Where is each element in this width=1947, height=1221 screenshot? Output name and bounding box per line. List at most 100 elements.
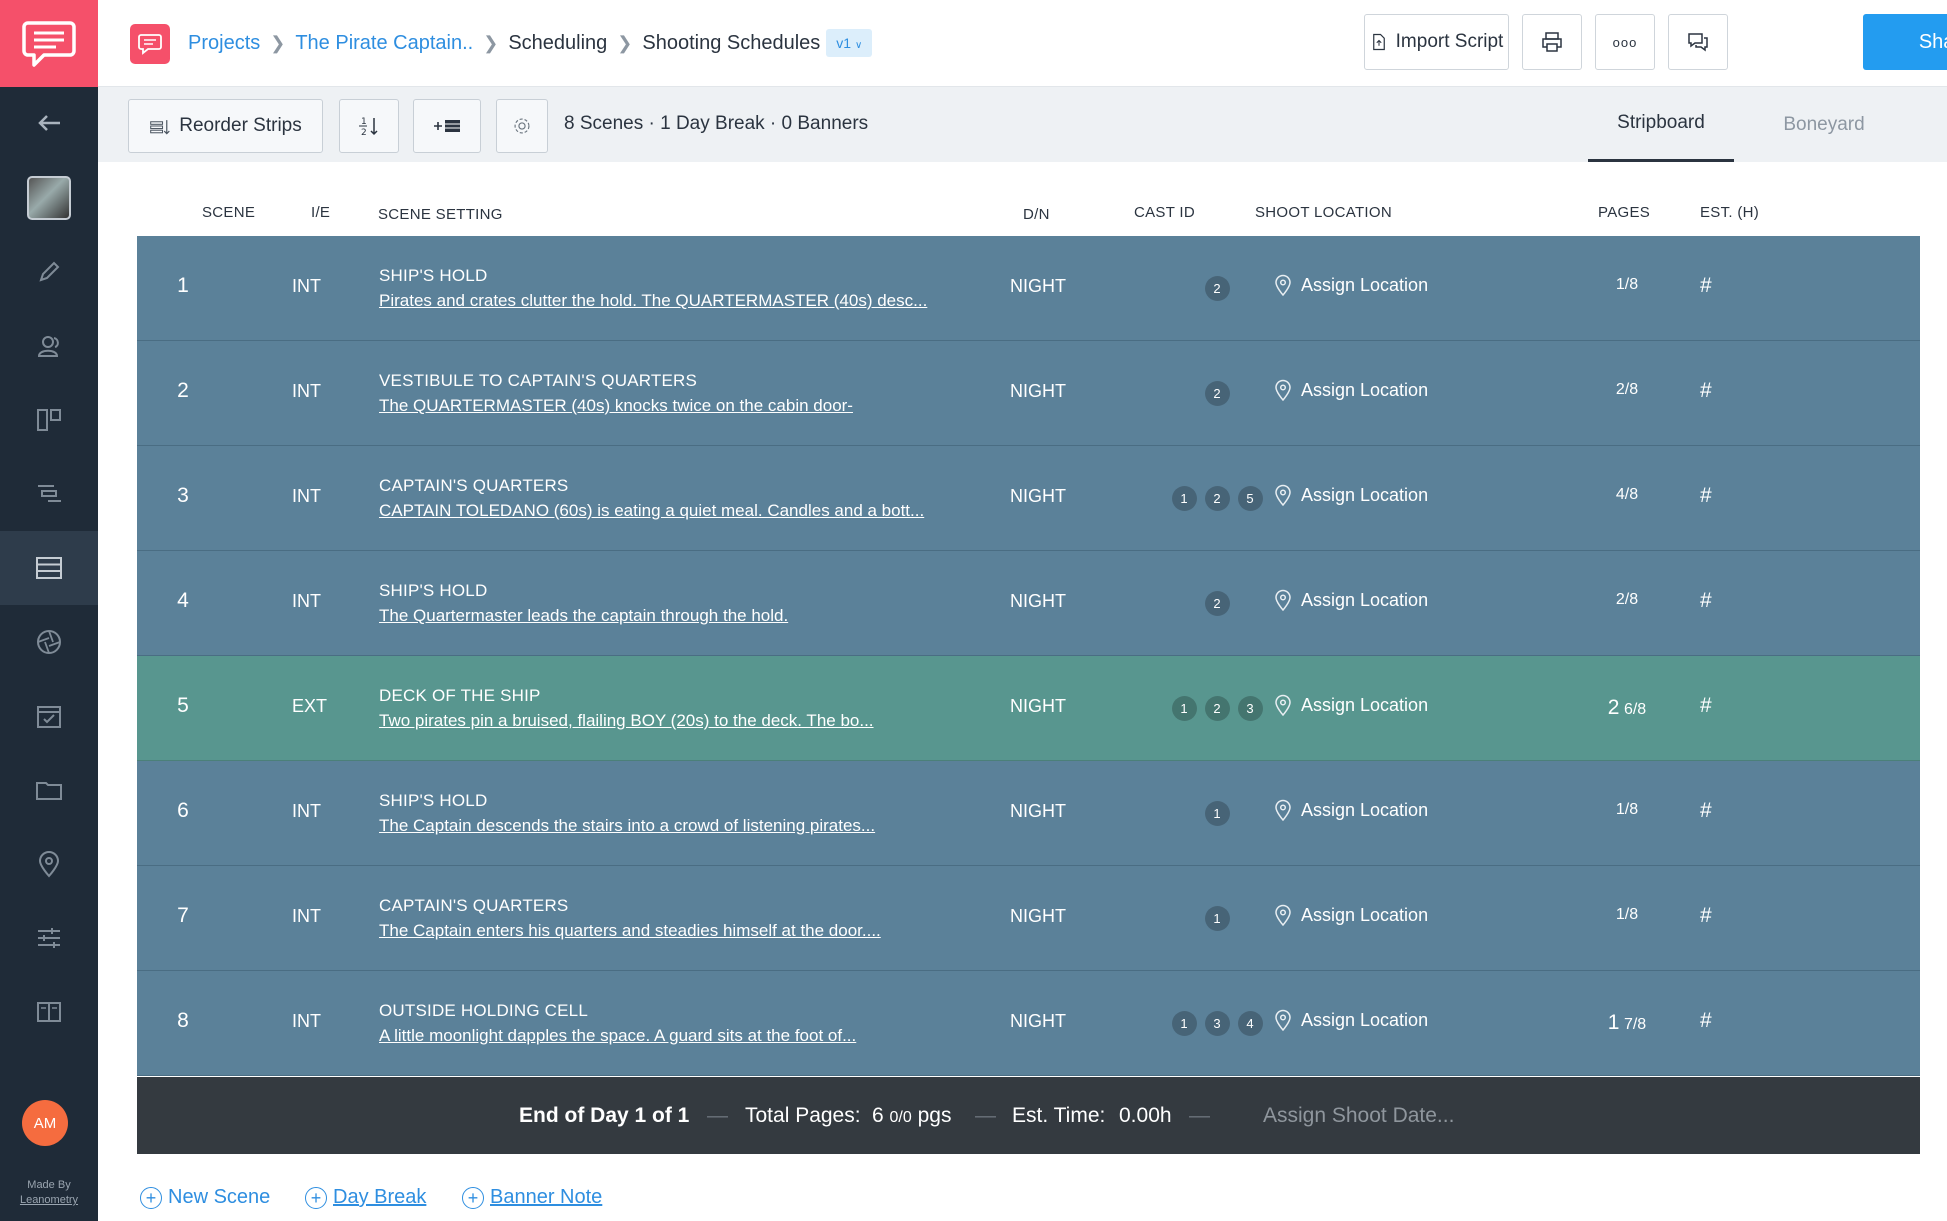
stripboard-icon[interactable]: [0, 531, 98, 605]
cast-id-badge[interactable]: 3: [1204, 1011, 1230, 1036]
scene-description-link[interactable]: CAPTAIN TOLEDANO (60s) is eating a quiet…: [379, 501, 924, 521]
assign-location-button[interactable]: Assign Location: [1273, 379, 1428, 401]
scene-strip[interactable]: 6 INT SHIP'S HOLD The Captain descends the …: [137, 761, 1920, 866]
column-header-dn[interactable]: D/N: [1023, 206, 1050, 223]
cast-id-badge[interactable]: 2: [1204, 276, 1230, 301]
scene-description-link[interactable]: A little moonlight dapples the space. A …: [379, 1026, 856, 1046]
printer-icon: [1542, 32, 1562, 52]
aperture-icon[interactable]: [0, 605, 98, 679]
assign-location-button[interactable]: Assign Location: [1273, 799, 1428, 821]
sort-button[interactable]: 12: [339, 99, 399, 153]
cast-id-badge[interactable]: 4: [1237, 1011, 1263, 1036]
comments-button[interactable]: [1668, 14, 1728, 70]
column-header-est[interactable]: EST. (H): [1700, 204, 1759, 221]
column-header-setting[interactable]: SCENE SETTING: [378, 206, 503, 223]
cast-id-badge[interactable]: 1: [1171, 696, 1197, 721]
day-night: NIGHT: [1010, 381, 1066, 401]
print-button[interactable]: [1522, 14, 1582, 70]
timeline-icon[interactable]: [0, 457, 98, 531]
app-logo[interactable]: [0, 0, 98, 87]
tab-boneyard[interactable]: Boneyard: [1734, 87, 1914, 162]
cast-id-badge[interactable]: 1: [1171, 1011, 1197, 1036]
cast-id-badge[interactable]: 2: [1204, 591, 1230, 616]
scene-strip[interactable]: 3 INT CAPTAIN'S QUARTERS CAPTAIN TOLEDANO (…: [137, 446, 1920, 551]
cast-id-badge[interactable]: 3: [1237, 696, 1263, 721]
version-dropdown[interactable]: v1 ∨: [826, 29, 873, 57]
scene-description-link[interactable]: Two pirates pin a bruised, flailing BOY …: [379, 711, 874, 731]
settings-button[interactable]: [496, 99, 548, 153]
assign-location-button[interactable]: Assign Location: [1273, 274, 1428, 296]
document-icon: [1372, 33, 1385, 51]
reorder-strips-button[interactable]: Reorder Strips: [128, 99, 323, 153]
estimated-hours-input[interactable]: #: [1700, 799, 1712, 823]
separator: —: [1189, 1104, 1210, 1127]
scene-heading: SHIP'S HOLD: [379, 791, 488, 810]
assign-location-button[interactable]: Assign Location: [1273, 694, 1428, 716]
cast-id-badge[interactable]: 1: [1171, 486, 1197, 511]
cast-id-badge[interactable]: 1: [1204, 906, 1230, 931]
scene-description-link[interactable]: The Captain descends the stairs into a c…: [379, 816, 875, 836]
column-header-cast[interactable]: CAST ID: [1134, 204, 1195, 221]
location-pin-icon: [1275, 799, 1291, 821]
scene-description-link[interactable]: The Captain enters his quarters and stea…: [379, 921, 881, 941]
cast-id-badge[interactable]: 5: [1237, 486, 1263, 511]
estimated-hours-input[interactable]: #: [1700, 274, 1712, 298]
avatar[interactable]: AM: [22, 1100, 68, 1146]
column-header-pages[interactable]: PAGES: [1598, 204, 1650, 221]
column-header-ie[interactable]: I/E: [311, 204, 330, 221]
scene-description-link[interactable]: The QUARTERMASTER (40s) knocks twice on …: [379, 396, 853, 416]
cast-id-badge[interactable]: 2: [1204, 696, 1230, 721]
book-icon[interactable]: [0, 975, 98, 1049]
import-script-button[interactable]: Import Script: [1364, 14, 1509, 70]
estimated-hours-input[interactable]: #: [1700, 484, 1712, 508]
breadcrumb-scheduling[interactable]: Scheduling: [508, 32, 607, 55]
estimated-hours-input[interactable]: #: [1700, 904, 1712, 928]
scene-description-link[interactable]: Pirates and crates clutter the hold. The…: [379, 291, 927, 311]
users-icon[interactable]: [0, 309, 98, 383]
estimated-hours-input[interactable]: #: [1700, 379, 1712, 403]
reorder-icon: [150, 120, 170, 135]
scene-strip[interactable]: 2 INT VESTIBULE TO CAPTAIN'S QUARTERS The Q…: [137, 341, 1920, 446]
day-break-strip[interactable]: End of Day 1 of 1 — Total Pages: 6 0/0 p…: [137, 1077, 1920, 1154]
back-arrow-icon[interactable]: [0, 86, 98, 160]
sliders-icon[interactable]: [0, 901, 98, 975]
cast-id-badge[interactable]: 2: [1204, 486, 1230, 511]
banner-note-button[interactable]: + Banner Note: [462, 1186, 602, 1209]
cast-id-badge[interactable]: 1: [1204, 801, 1230, 826]
new-scene-button[interactable]: + New Scene: [140, 1186, 270, 1209]
tab-stripboard[interactable]: Stripboard: [1588, 87, 1734, 162]
estimated-hours-input[interactable]: #: [1700, 589, 1712, 613]
scene-strip[interactable]: 5 EXT DECK OF THE SHIP Two pirates pin a br…: [137, 656, 1920, 761]
breadcrumb-projects[interactable]: Projects: [188, 32, 260, 55]
app-icon[interactable]: [130, 24, 170, 64]
assign-location-button[interactable]: Assign Location: [1273, 904, 1428, 926]
day-break-button[interactable]: + Day Break: [305, 1186, 426, 1209]
assign-shoot-date-link[interactable]: Assign Shoot Date...: [1263, 1104, 1454, 1128]
assign-location-button[interactable]: Assign Location: [1273, 1009, 1428, 1031]
project-thumbnail[interactable]: [0, 161, 98, 235]
scene-strip[interactable]: 4 INT SHIP'S HOLD The Quartermaster leads t…: [137, 551, 1920, 656]
scene-description-link[interactable]: The Quartermaster leads the captain thro…: [379, 606, 788, 626]
calendar-icon[interactable]: [0, 679, 98, 753]
more-options-button[interactable]: ooo: [1595, 14, 1655, 70]
folder-icon[interactable]: [0, 753, 98, 827]
column-header-location[interactable]: SHOOT LOCATION: [1255, 204, 1392, 221]
column-header-scene[interactable]: SCENE: [202, 204, 255, 221]
add-strip-button[interactable]: [413, 99, 481, 153]
breadcrumb-project[interactable]: The Pirate Captain..: [295, 32, 473, 55]
assign-location-button[interactable]: Assign Location: [1273, 484, 1428, 506]
location-pin-icon: [1275, 694, 1291, 716]
maker-link[interactable]: Leanometry: [0, 1193, 98, 1208]
pencil-icon[interactable]: [0, 235, 98, 309]
scene-strip[interactable]: 7 INT CAPTAIN'S QUARTERS The Captain enters…: [137, 866, 1920, 971]
scene-strip[interactable]: 8 INT OUTSIDE HOLDING CELL A little moonlig…: [137, 971, 1920, 1076]
estimated-hours-input[interactable]: #: [1700, 694, 1712, 718]
estimated-hours-input[interactable]: #: [1700, 1009, 1712, 1033]
cast-id-badge[interactable]: 2: [1204, 381, 1230, 406]
share-button[interactable]: Share: [1863, 14, 1947, 70]
storyboard-icon[interactable]: [0, 383, 98, 457]
assign-location-button[interactable]: Assign Location: [1273, 589, 1428, 611]
scene-strip[interactable]: 1 INT SHIP'S HOLD Pirates and crates clutte…: [137, 236, 1920, 341]
location-pin-icon[interactable]: [0, 827, 98, 901]
location-pin-icon: [1275, 274, 1291, 296]
